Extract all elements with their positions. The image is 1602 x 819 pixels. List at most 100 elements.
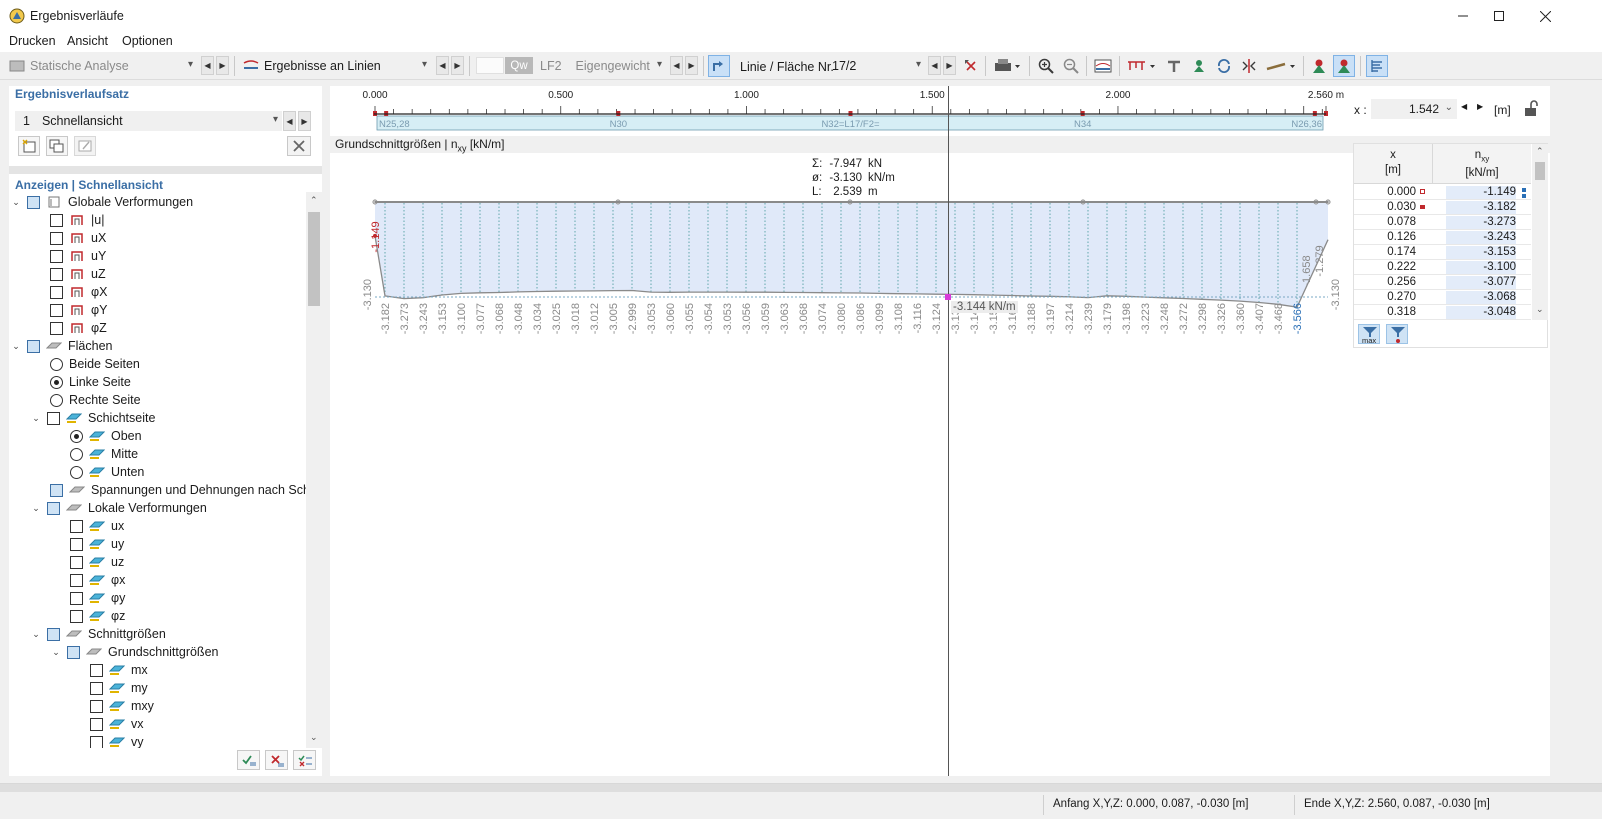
checkbox[interactable] xyxy=(67,645,80,659)
close-button[interactable] xyxy=(1522,0,1568,32)
tree-item-vx[interactable]: vx xyxy=(90,715,144,733)
view-model-button[interactable] xyxy=(1308,55,1330,77)
tree-item-mxy[interactable]: mxy xyxy=(90,697,154,715)
checkbox[interactable] xyxy=(50,303,63,317)
checkbox[interactable] xyxy=(47,501,60,515)
tree-item-local-phiy[interactable]: φy xyxy=(70,589,125,607)
checkbox[interactable] xyxy=(70,555,83,569)
table-row[interactable]: 0.000 -1.149 xyxy=(1354,185,1531,200)
checkbox[interactable] xyxy=(70,609,83,623)
tree-item-uy[interactable]: uY xyxy=(50,247,106,265)
tree-item-phiy[interactable]: φY xyxy=(50,301,107,319)
column-header-x[interactable]: x [m] xyxy=(1354,144,1433,184)
uncheck-all-button[interactable] xyxy=(265,750,288,770)
next-x-button[interactable]: ▶ xyxy=(1477,102,1483,111)
view-result-button[interactable] xyxy=(1333,55,1355,77)
table-scrollbar[interactable]: ⌃ ⌄ xyxy=(1532,144,1548,320)
radio[interactable] xyxy=(50,393,63,407)
maximize-button[interactable] xyxy=(1476,0,1522,32)
tree-item-phix[interactable]: φX xyxy=(50,283,107,301)
results-table[interactable]: x [m] nxy [kN/m] 0.000 -1.149 0.030 -3.1… xyxy=(1353,143,1548,348)
checkbox[interactable] xyxy=(90,735,103,748)
tree-item-ux[interactable]: uX xyxy=(50,229,106,247)
mirror-button[interactable] xyxy=(1238,55,1260,77)
radio-rechte-seite[interactable]: Rechte Seite xyxy=(50,391,141,409)
radio[interactable] xyxy=(50,357,63,371)
tree-item-local-ux[interactable]: ux xyxy=(70,517,124,535)
delete-set-button[interactable] xyxy=(287,136,311,156)
radio-oben[interactable]: Oben xyxy=(70,427,142,445)
radio-linke-seite[interactable]: Linke Seite xyxy=(50,373,131,391)
support-button[interactable] xyxy=(1188,55,1210,77)
lock-button[interactable] xyxy=(1522,100,1540,118)
next-load-case-button[interactable]: ▶ xyxy=(685,56,698,75)
radio[interactable] xyxy=(70,447,83,461)
chevron-down-icon[interactable]: ⌄ xyxy=(11,197,21,208)
tree-item-mx[interactable]: mx xyxy=(90,661,148,679)
tree-item-phiz[interactable]: φZ xyxy=(50,319,107,337)
chevron-down-icon[interactable]: ⌄ xyxy=(310,732,318,743)
tree-item-uz[interactable]: uZ xyxy=(50,265,106,283)
chevron-up-icon[interactable]: ⌃ xyxy=(1536,146,1544,157)
new-set-button[interactable] xyxy=(18,136,40,156)
tree-item-lokale-verformungen[interactable]: ⌄ Lokale Verformungen xyxy=(31,499,207,517)
prev-line-button[interactable]: ◀ xyxy=(928,56,941,75)
checkbox[interactable] xyxy=(47,627,60,641)
table-row[interactable]: 0.030 -3.182 xyxy=(1354,200,1531,215)
table-row[interactable]: 0.078 -3.273 xyxy=(1354,215,1531,230)
checkbox[interactable] xyxy=(50,285,63,299)
checkbox[interactable] xyxy=(70,537,83,551)
line-number-combo[interactable]: 17/2 ▾ xyxy=(828,55,926,76)
chevron-down-icon[interactable]: ⌄ xyxy=(11,341,21,352)
chevron-up-icon[interactable]: ⌃ xyxy=(310,195,318,206)
member-button[interactable] xyxy=(1163,55,1185,77)
display-settings-button[interactable] xyxy=(1092,55,1114,77)
checkbox[interactable] xyxy=(90,699,103,713)
checkbox[interactable] xyxy=(90,663,103,677)
result-values-button[interactable] xyxy=(1125,55,1159,77)
radio-beide-seiten[interactable]: Beide Seiten xyxy=(50,355,140,373)
invert-selection-button[interactable] xyxy=(293,750,316,770)
tree-item-local-phiz[interactable]: φz xyxy=(70,607,125,625)
tree-item-schichtseite[interactable]: ⌄ Schichtseite xyxy=(31,409,155,427)
checkbox[interactable] xyxy=(50,321,63,335)
chevron-down-icon[interactable]: ⌄ xyxy=(31,413,41,424)
prev-x-button[interactable]: ◀ xyxy=(1461,102,1467,111)
radio-mitte[interactable]: Mitte xyxy=(70,445,138,463)
check-all-button[interactable] xyxy=(237,750,260,770)
filter-max-button[interactable]: max xyxy=(1358,324,1380,345)
table-row[interactable]: 0.222 -3.100 xyxy=(1354,260,1531,275)
checkbox[interactable] xyxy=(47,411,60,425)
zoom-in-button[interactable] xyxy=(1035,55,1057,77)
table-row[interactable]: 0.174 -3.153 xyxy=(1354,245,1531,260)
checkbox[interactable] xyxy=(50,213,63,227)
tree-item-local-uz[interactable]: uz xyxy=(70,553,124,571)
tree-item-flaechen[interactable]: ⌄ Flächen xyxy=(11,337,112,355)
tree-item-local-uy[interactable]: uy xyxy=(70,535,124,553)
scrollbar-thumb[interactable] xyxy=(308,212,320,306)
tree-scrollbar[interactable]: ⌃ ⌄ xyxy=(306,192,322,748)
scrollbar-thumb[interactable] xyxy=(1535,162,1545,180)
prev-result-button[interactable]: ◀ xyxy=(436,56,449,75)
table-row[interactable]: 0.270 -3.068 xyxy=(1354,290,1531,305)
checkbox[interactable] xyxy=(27,339,40,353)
tree-item-globale-verformungen[interactable]: ⌄ Globale Verformungen xyxy=(11,193,193,211)
column-header-nxy[interactable]: nxy [kN/m] xyxy=(1433,144,1531,184)
result-plot[interactable]: -3.182 -3.273 -3.243 -3.153 -3.100 -3.077 -3.0… xyxy=(330,153,1350,353)
chevron-down-icon[interactable]: ⌄ xyxy=(31,629,41,640)
checkbox[interactable] xyxy=(50,231,63,245)
print-button[interactable] xyxy=(991,55,1023,77)
tree-item-vy[interactable]: vy xyxy=(90,733,144,748)
tree-item-grundschnittgroessen[interactable]: ⌄ Grundschnittgrößen xyxy=(51,643,218,661)
next-result-button[interactable]: ▶ xyxy=(451,56,464,75)
pick-line-button[interactable] xyxy=(960,55,982,77)
analysis-combo[interactable]: Statische Analyse ▾ xyxy=(6,55,198,76)
radio[interactable] xyxy=(70,429,83,443)
menu-drucken[interactable]: Drucken xyxy=(9,34,56,48)
chevron-down-icon[interactable]: ⌄ xyxy=(51,647,61,658)
prev-load-case-button[interactable]: ◀ xyxy=(670,56,683,75)
chevron-down-icon[interactable]: ⌄ xyxy=(1445,102,1453,113)
next-set-button[interactable]: ▶ xyxy=(298,111,311,131)
refresh-button[interactable] xyxy=(1213,55,1235,77)
load-case-combo[interactable]: LF2 Eigengewicht ▾ xyxy=(535,55,667,76)
